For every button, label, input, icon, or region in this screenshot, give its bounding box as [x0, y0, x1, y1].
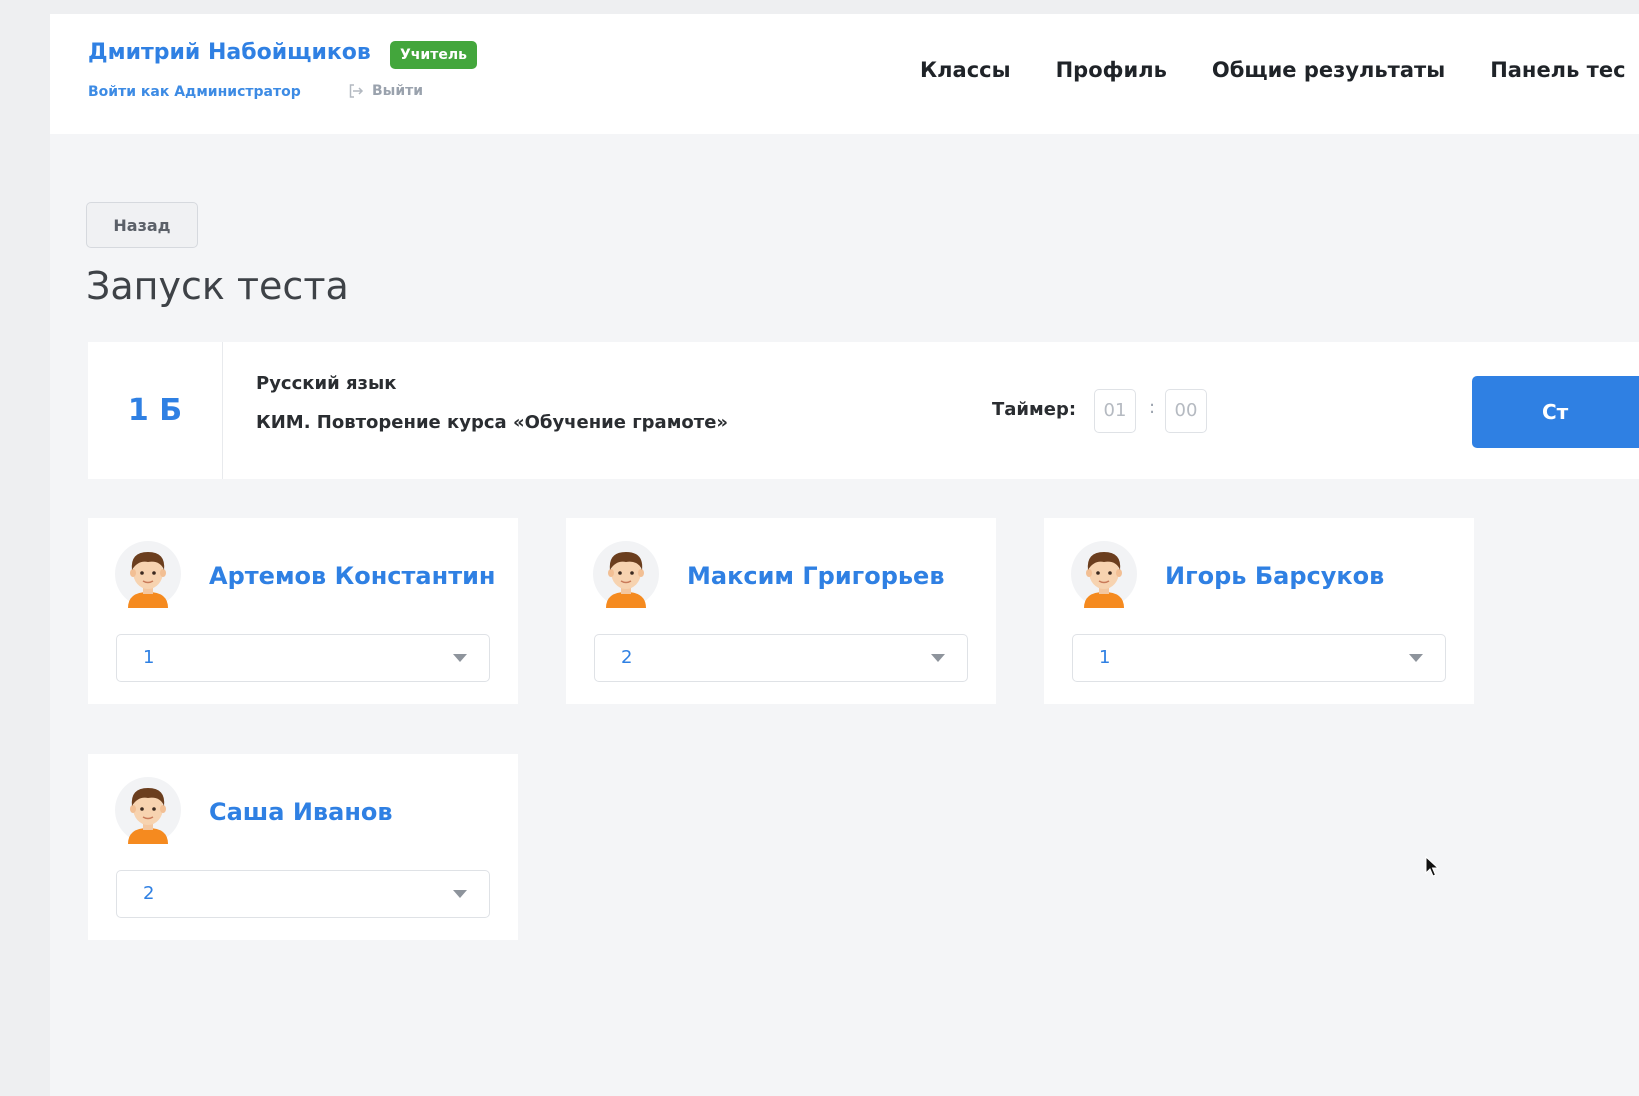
variant-select[interactable]: 2	[116, 870, 490, 918]
student-card: Игорь Барсуков 1	[1044, 518, 1474, 704]
page-title: Запуск теста	[86, 264, 349, 308]
student-name[interactable]: Артемов Константин	[209, 562, 496, 590]
timer-separator: :	[1149, 397, 1156, 418]
variant-select[interactable]: 1	[116, 634, 490, 682]
chevron-down-icon	[931, 654, 945, 662]
nav-item-results[interactable]: Общие результаты	[1212, 58, 1445, 82]
variant-select[interactable]: 1	[1072, 634, 1446, 682]
student-name[interactable]: Игорь Барсуков	[1165, 562, 1384, 590]
student-card: Саша Иванов 2	[88, 754, 518, 940]
start-button[interactable]: Ст	[1472, 376, 1639, 448]
main-nav: Классы Профиль Общие результаты Панель т…	[920, 58, 1626, 82]
avatar-icon	[115, 541, 181, 608]
student-name[interactable]: Саша Иванов	[209, 798, 393, 826]
back-button[interactable]: Назад	[86, 202, 198, 248]
avatar-icon	[593, 541, 659, 608]
class-label: 1 Б	[88, 342, 223, 479]
login-as-admin-link[interactable]: Войти как Администратор	[88, 84, 301, 100]
logout-icon	[349, 84, 364, 98]
variant-select[interactable]: 2	[594, 634, 968, 682]
test-panel: 1 Б Русский язык КИМ. Повторение курса «…	[88, 342, 1639, 479]
variant-value: 2	[621, 647, 633, 668]
avatar-icon	[115, 777, 181, 844]
variant-value: 1	[1099, 647, 1111, 668]
logout-label: Выйти	[372, 83, 424, 99]
test-name: КИМ. Повторение курса «Обучение грамоте»	[256, 412, 729, 433]
mouse-cursor-icon	[1425, 856, 1439, 877]
timer-minutes-input[interactable]: 01	[1094, 389, 1136, 433]
nav-item-profile[interactable]: Профиль	[1056, 58, 1167, 82]
subject-label: Русский язык	[256, 373, 397, 394]
chevron-down-icon	[453, 890, 467, 898]
nav-item-classes[interactable]: Классы	[920, 58, 1011, 82]
chevron-down-icon	[453, 654, 467, 662]
header: Дмитрий Набойщиков Учитель Войти как Адм…	[50, 14, 1639, 134]
user-name-link[interactable]: Дмитрий Набойщиков	[88, 40, 371, 65]
avatar-icon	[1071, 541, 1137, 608]
logout-link[interactable]: Выйти	[348, 83, 423, 99]
nav-item-panel[interactable]: Панель тес	[1490, 58, 1625, 82]
student-card: Максим Григорьев 2	[566, 518, 996, 704]
student-name[interactable]: Максим Григорьев	[687, 562, 945, 590]
app-window: Дмитрий Набойщиков Учитель Войти как Адм…	[50, 14, 1639, 1096]
role-badge: Учитель	[390, 41, 477, 69]
variant-value: 1	[143, 647, 155, 668]
student-card: Артемов Константин 1	[88, 518, 518, 704]
timer-label: Таймер:	[992, 399, 1077, 420]
variant-value: 2	[143, 883, 155, 904]
chevron-down-icon	[1409, 654, 1423, 662]
timer-seconds-input[interactable]: 00	[1165, 389, 1207, 433]
